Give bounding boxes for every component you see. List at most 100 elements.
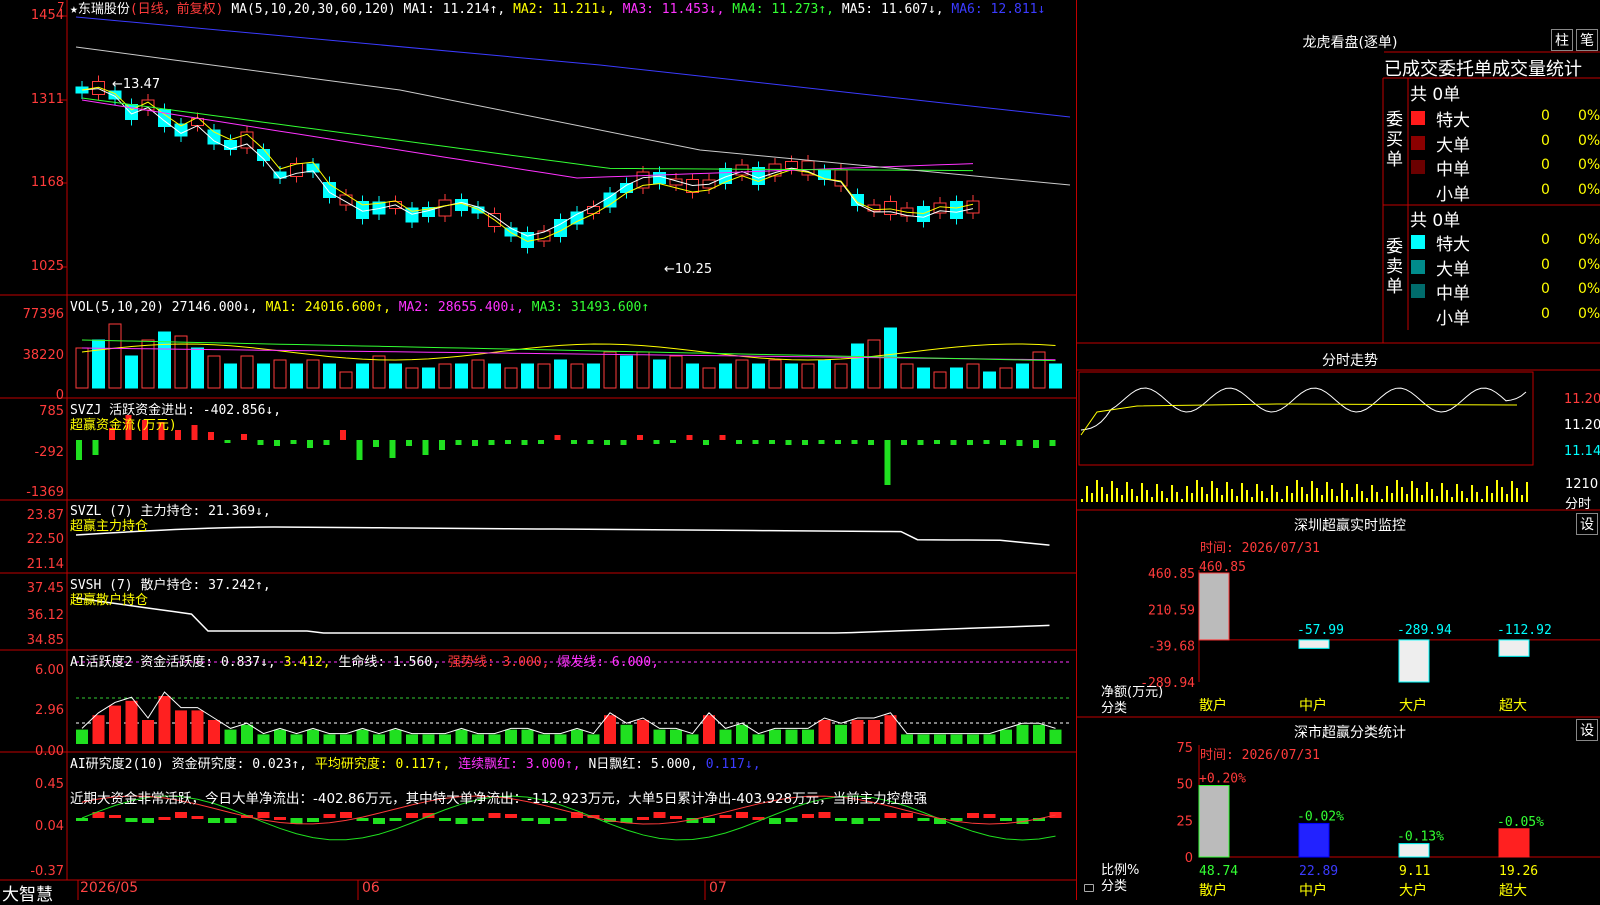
flow-bar: [703, 440, 709, 445]
ai-active-header: AI活跃度2 资金活跃度: 0.837↓, 3.412, 生命线: 1.560,…: [70, 655, 659, 670]
intraday-chart[interactable]: [1077, 370, 1600, 510]
intraday-vol-bar: [1271, 485, 1273, 502]
research-bar: [224, 818, 237, 823]
activity-bar: [637, 720, 649, 744]
activity-bar: [307, 729, 319, 744]
activity-bar: [571, 729, 583, 744]
price-tick-3: 1168: [30, 175, 64, 190]
intraday-vol-bar: [1411, 481, 1413, 502]
intraday-vol-bar: [1421, 495, 1423, 502]
intraday-vol-bar: [1196, 480, 1198, 502]
ai-research-tick-2: 0.04: [35, 819, 64, 834]
activity-bar: [1049, 729, 1062, 744]
intraday-vol-bar: [1086, 486, 1088, 502]
flow-bar: [340, 430, 346, 440]
research-bar: [554, 818, 567, 821]
volume-bar: [125, 355, 138, 389]
volume-bar: [570, 363, 584, 389]
volume-bar: [158, 331, 171, 389]
candle: [438, 199, 452, 217]
intraday-vol-bar: [1316, 488, 1318, 502]
research-bar: [917, 818, 930, 821]
research-bar: [208, 818, 220, 823]
research-bar: [142, 818, 154, 823]
research-bar: [1049, 812, 1062, 818]
flow-bar: [422, 440, 429, 455]
sell-row-pct: 0%: [1578, 281, 1600, 297]
research-bar: [76, 818, 88, 821]
intraday-price-line: [1080, 387, 1527, 431]
activity-bar: [604, 715, 616, 744]
research-bar: [109, 815, 121, 818]
buy-row-value: 0: [1541, 132, 1550, 149]
classify-value-label: 22.89: [1299, 864, 1338, 879]
stock-name[interactable]: ★东瑞股份: [70, 2, 130, 17]
activity-bar: [785, 729, 798, 744]
intraday-vol-bar: [1106, 494, 1108, 502]
sell-row-name: 特大: [1436, 235, 1470, 255]
research-bar: [538, 818, 550, 824]
volume-bar: [818, 359, 831, 389]
research-bar: [703, 818, 715, 823]
activity-bar: [686, 734, 699, 744]
monitor-tick: -39.68: [1148, 640, 1195, 655]
volume-bar: [92, 339, 105, 389]
intraday-vol-bar: [1161, 491, 1163, 502]
activity-bar: [125, 700, 138, 744]
svzl-header: SVZL (7) 主力持仓: 21.369↓, 超赢主力持仓: [70, 504, 271, 534]
flow-bar: [224, 440, 231, 443]
ma3-value: MA3: 11.453↓,: [622, 2, 725, 17]
intraday-vol-bar: [1336, 496, 1338, 502]
classify-cat-label: 分类: [1101, 879, 1128, 894]
buy-row-name: 小单: [1436, 184, 1470, 205]
activity-bar: [191, 710, 204, 744]
intraday-vol-bar: [1416, 488, 1418, 502]
activity-bar: [455, 729, 468, 744]
intraday-vol-bar: [1516, 488, 1518, 502]
buy-row-value: 0: [1541, 157, 1550, 173]
flow-bar: [488, 440, 495, 445]
ma5-value: MA5: 11.607↓,: [841, 2, 944, 17]
classify-change-label: -0.02%: [1297, 809, 1344, 824]
candlestick-chart[interactable]: [0, 0, 1077, 295]
research-bar: [868, 818, 880, 821]
research-bar: [488, 813, 501, 818]
intraday-vol-bar: [1361, 491, 1363, 502]
buy-swatch: [1411, 184, 1425, 199]
volume-bar: [867, 339, 881, 389]
sell-row-name: 小单: [1436, 308, 1470, 329]
buy-row-pct: 0%: [1578, 108, 1600, 124]
monitor-bar-label: -57.99: [1297, 623, 1344, 638]
candle: [587, 206, 600, 214]
flow-bar: [505, 440, 511, 444]
sell-swatch: [1411, 284, 1425, 298]
x-tick-jun: 06: [362, 880, 380, 896]
intraday-price-2: 11.20: [1564, 418, 1600, 433]
ai-active-burst: 爆发线: 6.000,: [557, 655, 659, 670]
svzj-header: SVZJ 活跃资金进出: -402.856↓, 超赢资金流(万元): [70, 403, 281, 433]
intraday-vol-bar: [1156, 484, 1158, 502]
period-label[interactable]: (日线，前复权): [130, 2, 224, 17]
buy-row-value: 0: [1541, 181, 1550, 198]
sell-row-name: 大单: [1436, 259, 1470, 280]
volume-ma2: MA2: 28655.400↓,: [398, 300, 524, 315]
vol-tick-1: 77396: [22, 307, 64, 322]
classify-category: 中户: [1299, 882, 1327, 899]
classify-change-label: +0.20%: [1199, 772, 1246, 787]
intraday-vol-bar: [1246, 490, 1248, 502]
research-bar: [125, 818, 138, 822]
flow-bar: [76, 440, 82, 460]
intraday-vol-bar: [1401, 487, 1403, 502]
volume-ma3: MA3: 31493.600↑: [531, 300, 650, 315]
intraday-vol-bar: [1356, 484, 1358, 502]
sell-row-value: 0: [1541, 281, 1550, 297]
research-bar: [158, 817, 171, 820]
research-bar: [340, 812, 352, 818]
intraday-vol-bar: [1436, 496, 1438, 502]
intraday-vol-bar: [1466, 498, 1468, 502]
volume-bar: [108, 323, 122, 389]
classify-bar-chart[interactable]: 75 50 25 0 +0.20% 48.74 散户 -0.02% 22.89 中户 -0.13% 9…: [1077, 717, 1600, 900]
sell-row-name: 中单: [1436, 284, 1470, 304]
intraday-vol-bar: [1181, 499, 1183, 502]
volume-bar: [75, 347, 89, 389]
